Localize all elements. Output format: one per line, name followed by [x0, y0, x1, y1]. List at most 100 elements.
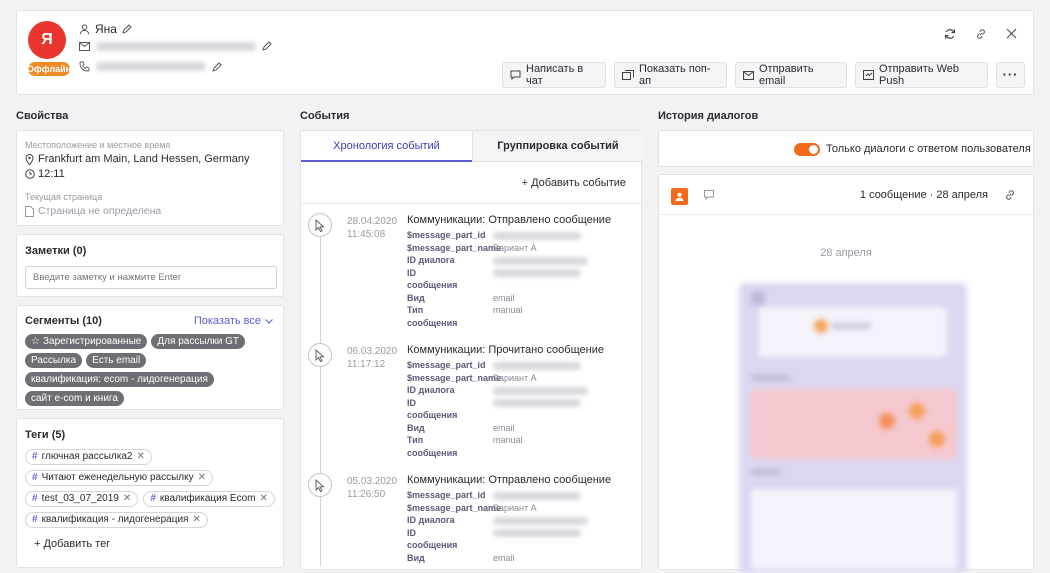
- event-key: сообщения: [407, 317, 458, 328]
- dialog-summary: 1 сообщение · 28 апреля: [859, 189, 988, 201]
- dialog-card: 1 сообщение · 28 апреля 28 апреля: [658, 174, 1034, 573]
- local-time: 12:11: [38, 168, 65, 180]
- events-card: Хронология событий Группировка событий +…: [300, 130, 643, 570]
- event-key: $message_part_id: [407, 490, 486, 500]
- event-value: email: [493, 552, 515, 563]
- event-key: сообщения: [407, 280, 458, 290]
- event-time: 11:17:12: [347, 359, 386, 370]
- event-value: [493, 539, 588, 552]
- segment-chip[interactable]: Рассылка: [25, 353, 83, 368]
- cursor-icon: [308, 343, 332, 367]
- event-value: [493, 384, 588, 397]
- popup-icon: [622, 70, 634, 80]
- send-web-push-button[interactable]: Отправить Web Push: [855, 62, 988, 88]
- tag-chip[interactable]: # глючная рассылка2 ✕: [25, 449, 152, 465]
- segments-title: Сегменты (10): [25, 315, 102, 327]
- segment-chip[interactable]: сайт e-com и книга: [25, 391, 124, 406]
- event-title: Коммуникации: Прочитано сообщение: [407, 344, 604, 356]
- event-value: Вариант А: [493, 502, 537, 513]
- notes-card: Заметки (0): [16, 234, 284, 297]
- event-key: сообщения: [407, 540, 458, 550]
- event-value: Вариант А: [493, 242, 537, 253]
- segment-chip[interactable]: Для рассылки GT: [151, 334, 245, 349]
- event-key: сообщения: [407, 447, 458, 458]
- cursor-icon: [308, 473, 332, 497]
- edit-name-icon[interactable]: [122, 24, 132, 34]
- event-values: Вариант А email manual: [493, 229, 588, 329]
- clock-icon: [25, 169, 35, 179]
- link-icon[interactable]: [975, 28, 987, 40]
- location-value: Frankfurt am Main, Land Hessen, Germany: [38, 153, 250, 165]
- remove-tag-icon[interactable]: ✕: [192, 510, 200, 530]
- event-value: email: [493, 292, 515, 303]
- properties-card: Местоположение и местное время Frankfurt…: [16, 130, 284, 226]
- star-icon: ☆: [31, 336, 40, 347]
- show-all-segments-link[interactable]: Показать все: [194, 315, 273, 327]
- remove-tag-icon[interactable]: ✕: [123, 489, 131, 509]
- event-value: [493, 267, 588, 280]
- send-email-button[interactable]: Отправить email: [735, 62, 847, 88]
- tags-title: Теги (5): [25, 429, 66, 441]
- event-key: $message_part_name: [407, 242, 502, 253]
- event-keys: $message_part_id $message_part_name ID диа…: [407, 489, 501, 564]
- segment-chip[interactable]: квалификация: ecom - лидогенерация: [25, 372, 214, 387]
- envelope-icon: [743, 70, 754, 80]
- event-value: [493, 317, 588, 330]
- event-keys: $message_part_id $message_part_name ID диа…: [407, 229, 501, 329]
- refresh-icon[interactable]: [944, 28, 956, 40]
- tag-chip[interactable]: # test_03_07_2019 ✕: [25, 489, 139, 509]
- edit-phone-icon[interactable]: [212, 61, 222, 72]
- tags-card: Теги (5) # глючная рассылка2 ✕ # Читают еже…: [16, 418, 284, 568]
- reply-filter-toggle[interactable]: [794, 143, 820, 156]
- event-value: [493, 359, 588, 372]
- event-title: Коммуникации: Отправлено сообщение: [407, 214, 612, 226]
- more-button[interactable]: ···: [996, 62, 1025, 88]
- redacted-value: [493, 399, 581, 408]
- remove-tag-icon[interactable]: ✕: [136, 447, 144, 467]
- event-value: manual: [493, 435, 523, 445]
- segment-chip[interactable]: ☆ Зарегистрированные: [25, 334, 148, 349]
- event-key: ID: [407, 527, 416, 538]
- redacted-value: [493, 386, 588, 395]
- page-icon: [25, 205, 34, 217]
- write-chat-button[interactable]: Написать в чат: [502, 62, 606, 88]
- event-values: Вариант А email: [493, 489, 588, 564]
- dialog-link-icon[interactable]: [1004, 189, 1016, 201]
- event-value: [493, 254, 588, 267]
- segment-chip[interactable]: Есть email: [86, 353, 147, 368]
- phone-icon: [79, 61, 90, 72]
- email-preview-blurred[interactable]: [739, 283, 967, 573]
- phone-value-redacted: [96, 62, 206, 71]
- event-time: 11:45:08: [347, 229, 386, 240]
- redacted-value: [493, 516, 588, 525]
- event-date: 06.03.2020: [347, 346, 398, 357]
- notes-title: Заметки (0): [25, 245, 87, 257]
- note-input[interactable]: [25, 266, 277, 289]
- event-key: $message_part_name: [407, 502, 502, 513]
- chat-bubble-icon: [704, 190, 714, 201]
- add-tag-button[interactable]: + Добавить тег: [34, 538, 110, 550]
- user-avatar-icon: [671, 188, 688, 205]
- page-value: Страница не определена: [38, 205, 162, 217]
- location-pin-icon: [25, 153, 34, 165]
- tag-chip[interactable]: # квалификация Ecom ✕: [143, 491, 275, 507]
- profile-name: Яна: [95, 22, 117, 36]
- event-key: сообщения: [407, 410, 458, 420]
- event-key: $message_part_id: [407, 230, 486, 240]
- remove-tag-icon[interactable]: ✕: [259, 489, 267, 509]
- event-key: ID: [407, 267, 416, 278]
- event-value: [493, 447, 588, 460]
- tag-chip[interactable]: # квалификация - лидогенерация ✕: [25, 512, 208, 528]
- edit-email-icon[interactable]: [262, 41, 272, 51]
- show-popup-button[interactable]: Показать поп-ап: [614, 62, 727, 88]
- event-key: Вид: [407, 292, 425, 303]
- event-value: [493, 279, 588, 292]
- tag-chip[interactable]: # Читают еженедельную рассылку ✕: [25, 470, 213, 486]
- event-key: Вид: [407, 552, 425, 563]
- remove-tag-icon[interactable]: ✕: [198, 468, 206, 488]
- close-icon[interactable]: [1006, 28, 1017, 39]
- user-icon: [79, 23, 90, 34]
- history-filter-card: Только диалоги с ответом пользователя: [658, 130, 1034, 167]
- redacted-value: [493, 269, 581, 278]
- event-value: [493, 229, 588, 242]
